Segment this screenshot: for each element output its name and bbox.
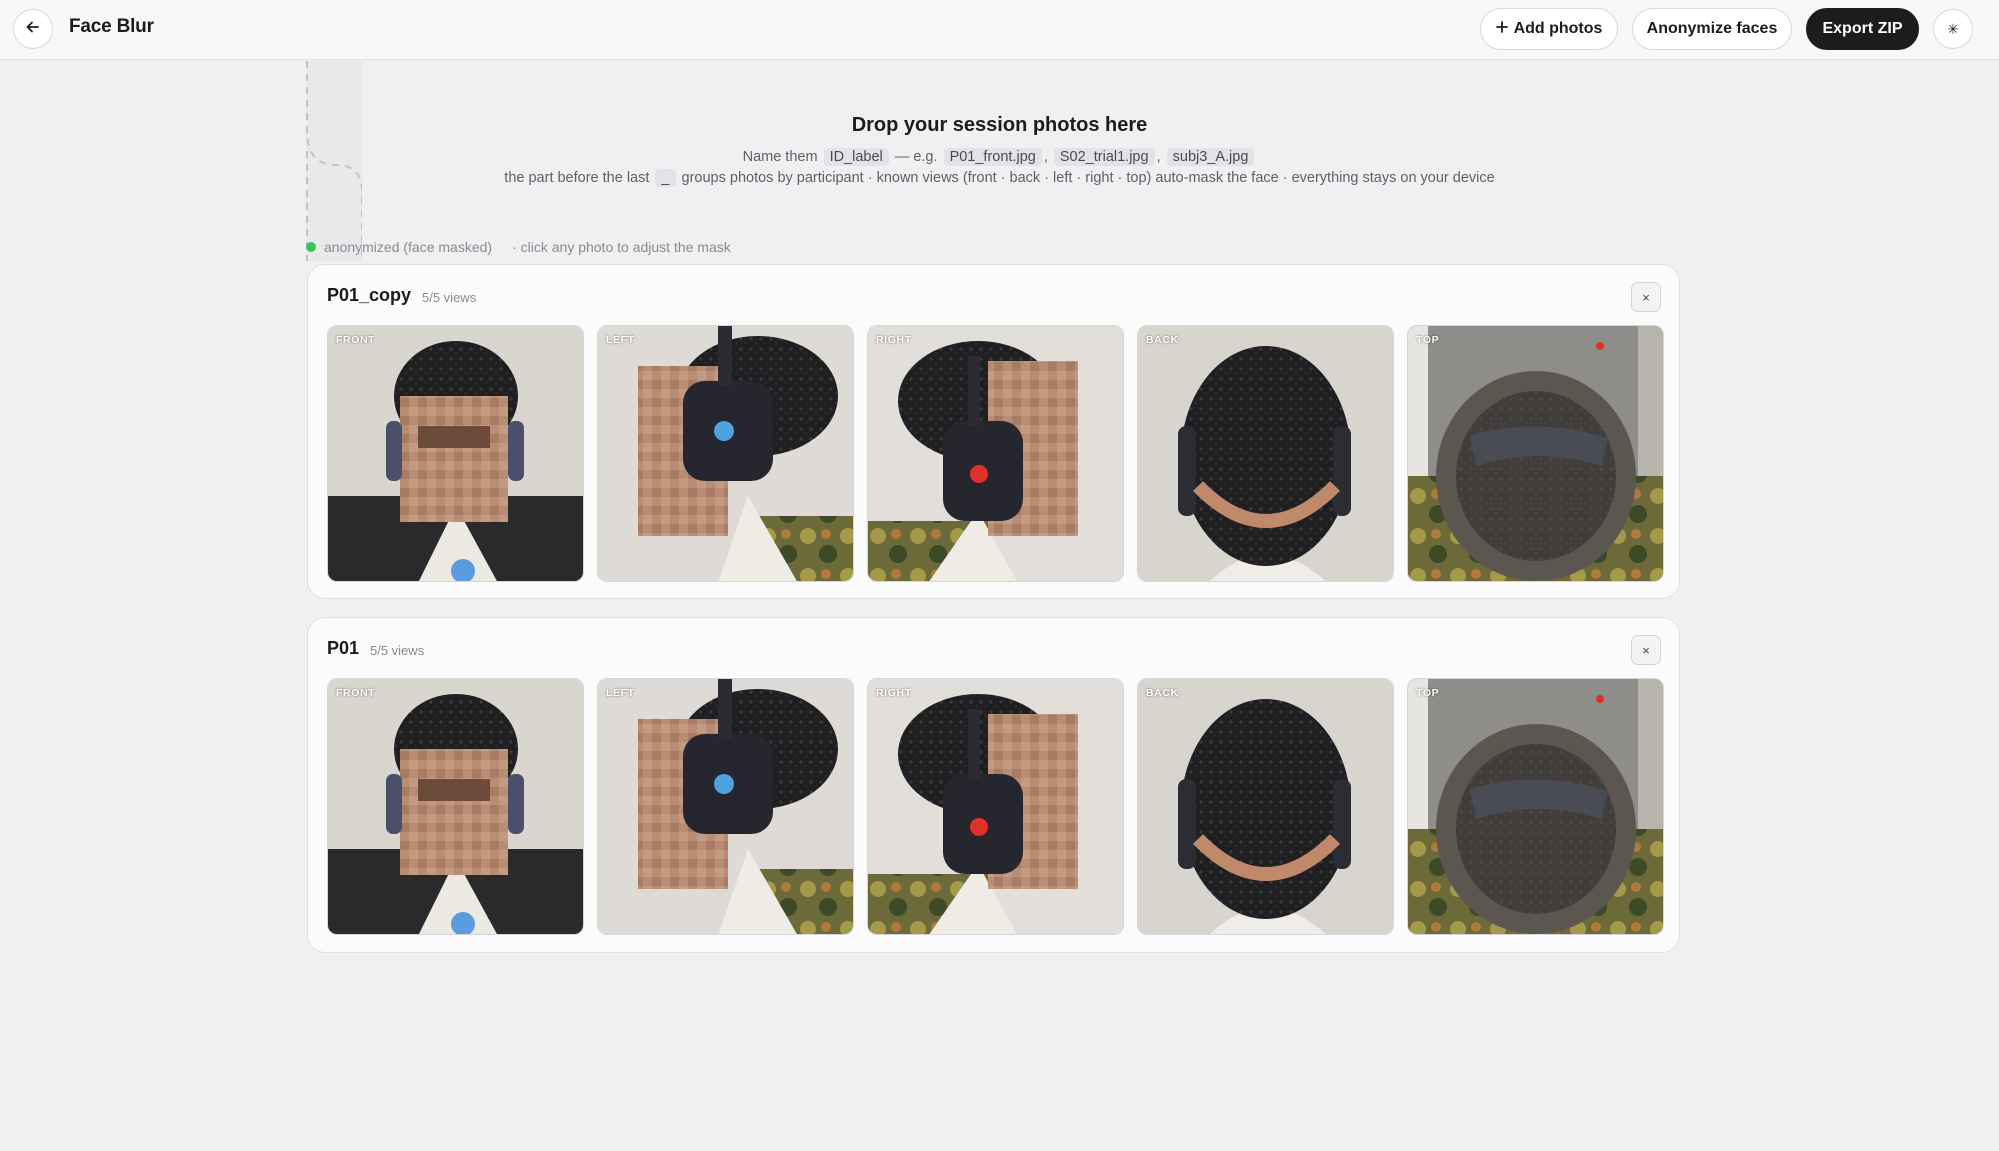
export-zip-label: Export ZIP — [1822, 20, 1903, 37]
view-label: RIGHT — [876, 687, 912, 699]
photo-thumbnail-front[interactable]: FRONT — [327, 325, 584, 582]
underscore-code: _ — [655, 169, 676, 187]
photo-image — [1408, 326, 1663, 581]
separator: , — [1156, 149, 1161, 165]
close-icon: × — [1642, 289, 1650, 305]
grouping-suffix: groups photos by participant · known vie… — [681, 170, 1495, 186]
participant-card: P01_copy 5/5 views × FRONT LEFT RIGHT BACK T… — [307, 264, 1680, 599]
view-label: RIGHT — [876, 334, 912, 346]
view-label: BACK — [1146, 334, 1179, 346]
participant-name: P01 — [327, 638, 360, 658]
photo-thumbnail-right[interactable]: RIGHT — [867, 325, 1124, 582]
example-prefix: — e.g. — [894, 149, 938, 165]
photo-image — [598, 679, 853, 934]
example-filename: P01_front.jpg — [943, 148, 1042, 166]
view-label: TOP — [1416, 334, 1440, 346]
close-icon: × — [1642, 642, 1650, 658]
photo-image — [1138, 326, 1393, 581]
naming-prefix: Name them — [742, 149, 818, 165]
photo-thumbnail-left[interactable]: LEFT — [597, 325, 854, 582]
participant-name: P01_copy — [327, 285, 412, 305]
photo-image — [328, 679, 583, 934]
back-button[interactable] — [13, 9, 53, 49]
photo-image — [868, 679, 1123, 934]
photo-thumbnail-back[interactable]: BACK — [1137, 678, 1394, 935]
example-filename: S02_trial1.jpg — [1053, 148, 1155, 166]
export-zip-button[interactable]: Export ZIP — [1806, 8, 1919, 50]
add-photos-label: Add photos — [1513, 20, 1603, 37]
photo-image — [598, 326, 853, 581]
remove-group-button[interactable]: × — [1631, 635, 1661, 665]
separator: , — [1043, 149, 1048, 165]
photo-image — [1408, 679, 1663, 934]
anonymized-dot-icon — [306, 242, 316, 252]
remove-group-button[interactable]: × — [1631, 282, 1661, 312]
plus-icon — [1495, 20, 1508, 38]
anonymize-faces-button[interactable]: Anonymize faces — [1632, 8, 1792, 50]
photo-thumbnail-left[interactable]: LEFT — [597, 678, 854, 935]
dropzone-grouping-hint: the part before the last _ groups photos… — [0, 169, 1999, 187]
view-label: FRONT — [336, 687, 376, 699]
photo-image — [868, 326, 1123, 581]
photo-thumbnail-top[interactable]: TOP — [1407, 678, 1664, 935]
view-label: LEFT — [606, 334, 635, 346]
hint-text: · click any photo to adjust the mask — [512, 239, 731, 255]
photo-image — [1138, 679, 1393, 934]
photo-image — [328, 326, 583, 581]
add-photos-button[interactable]: Add photos — [1480, 8, 1618, 50]
photo-thumbnail-top[interactable]: TOP — [1407, 325, 1664, 582]
top-bar: Face Blur Add photos Anonymize faces Exp… — [0, 0, 1999, 60]
view-label: BACK — [1146, 687, 1179, 699]
view-label: LEFT — [606, 687, 635, 699]
theme-toggle-button[interactable]: ✳ — [1933, 9, 1973, 49]
theme-icon: ✳ — [1947, 20, 1959, 37]
status-legend: anonymized (face masked) · click any pho… — [306, 239, 731, 255]
arrow-left-icon — [26, 20, 40, 39]
dropzone-title[interactable]: Drop your session photos here — [0, 114, 1999, 137]
views-count: 5/5 views — [422, 290, 477, 305]
participant-card: P01 5/5 views × FRONT LEFT RIGHT BACK TOP — [307, 617, 1680, 953]
grouping-prefix: the part before the last — [504, 170, 650, 186]
anonymize-faces-label: Anonymize faces — [1646, 20, 1778, 37]
app-title: Face Blur — [69, 16, 154, 37]
photo-thumbnail-back[interactable]: BACK — [1137, 325, 1394, 582]
views-count: 5/5 views — [370, 643, 425, 658]
dropzone-naming-hint: Name them ID_label — e.g. P01_front.jpg,… — [0, 148, 1999, 166]
legend-text: anonymized (face masked) — [324, 239, 493, 255]
example-filename: subj3_A.jpg — [1166, 148, 1255, 166]
naming-code: ID_label — [823, 148, 889, 166]
photo-thumbnail-right[interactable]: RIGHT — [867, 678, 1124, 935]
view-label: TOP — [1416, 687, 1440, 699]
photo-thumbnail-front[interactable]: FRONT — [327, 678, 584, 935]
view-label: FRONT — [336, 334, 376, 346]
